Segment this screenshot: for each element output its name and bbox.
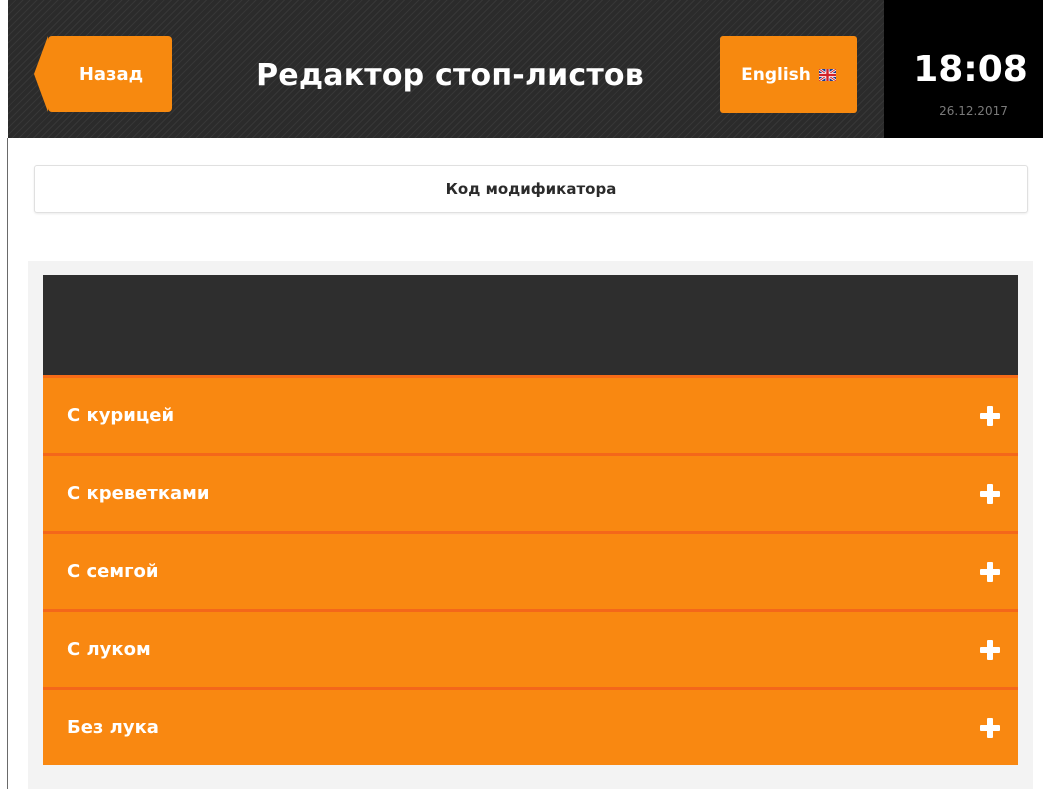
modifier-code-input[interactable]: Код модификатора xyxy=(34,165,1028,213)
modifier-code-placeholder: Код модификатора xyxy=(445,180,617,198)
modifier-row[interactable]: С креветками xyxy=(43,453,1018,531)
clock-time: 18:08 xyxy=(913,49,1028,90)
back-button[interactable]: Назад xyxy=(34,36,172,112)
app-header: Назад Редактор стоп-листов English 18:08… xyxy=(8,0,1043,138)
modifier-row[interactable]: С луком xyxy=(43,609,1018,687)
plus-icon[interactable] xyxy=(980,561,1000,582)
modifier-row[interactable]: С семгой xyxy=(43,531,1018,609)
modifier-name: С креветками xyxy=(67,483,210,504)
modifier-name: С курицей xyxy=(67,405,175,426)
plus-icon[interactable] xyxy=(980,639,1000,660)
plus-icon[interactable] xyxy=(980,483,1000,504)
panel-dark-header xyxy=(43,275,1018,375)
clock-panel: 18:08 26.12.2017 xyxy=(884,0,1043,138)
uk-flag-icon xyxy=(818,67,837,82)
modifier-name: С семгой xyxy=(67,561,159,582)
language-button[interactable]: English xyxy=(720,36,857,113)
modifier-row[interactable]: С курицей xyxy=(43,375,1018,453)
modifier-name: Без лука xyxy=(67,717,159,738)
plus-icon[interactable] xyxy=(980,405,1000,426)
page-title: Редактор стоп-листов xyxy=(256,58,644,93)
plus-icon[interactable] xyxy=(980,717,1000,738)
left-border xyxy=(7,138,8,789)
modifier-row[interactable]: Без лука xyxy=(43,687,1018,765)
modifier-list: С курицей С креветками С семгой С луком … xyxy=(43,375,1018,765)
modifier-name: С луком xyxy=(67,639,151,660)
clock-date: 26.12.2017 xyxy=(939,104,1008,118)
language-label: English xyxy=(741,64,811,85)
back-button-label: Назад xyxy=(78,63,144,85)
